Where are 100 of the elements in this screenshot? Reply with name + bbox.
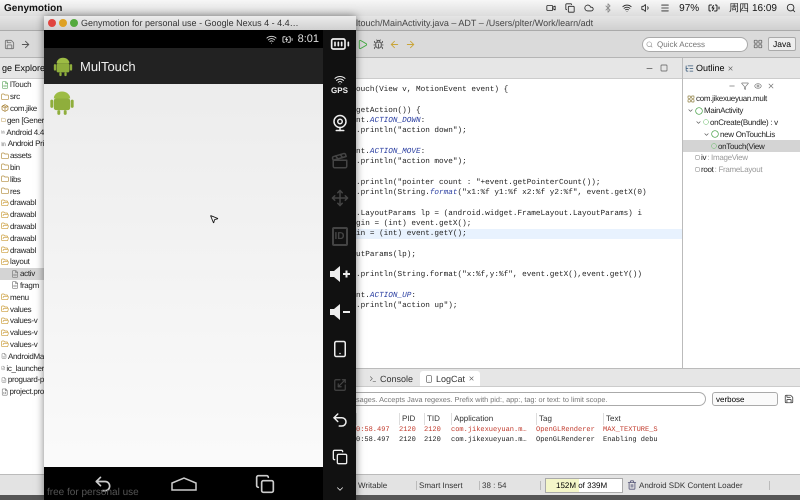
volume-icon [641,3,652,13]
outline-item[interactable]: MainActivity [683,104,800,117]
package-icon [1,104,9,112]
tree-item[interactable]: fragm [0,280,44,292]
tree-item[interactable]: lTouch [0,79,44,91]
battery-percentage: 97% [679,2,700,14]
forward-arrow-icon [405,38,416,50]
window-title: Genymotion for personal use - Google Nexus 4 - 4.4… [81,18,299,28]
file-icon [1,352,7,360]
tree-item[interactable]: values-v [0,326,44,339]
volume-up-icon[interactable] [328,265,350,283]
folder-icon [1,187,9,196]
volume-down-icon[interactable] [328,302,350,320]
folder-icon [1,92,9,101]
phone-clock: 8:01 [298,33,319,45]
tree-item[interactable]: libs [0,173,44,186]
file-icon [11,270,19,278]
close-button[interactable] [48,19,56,27]
panel-tab[interactable]: Console [364,371,418,386]
column-header[interactable]: Application [451,413,533,425]
menu-bar-clock: 周四 16:09 [729,2,777,15]
mouse-pointer-icon [209,214,219,224]
tree-item[interactable]: assets [0,150,44,162]
method-icon [703,119,709,126]
class-icon [695,106,703,115]
folder-icon [1,175,9,184]
back-arrow-icon [389,38,400,50]
folder-icon [1,116,6,124]
wifi-icon [266,34,277,44]
recent-apps-icon [254,474,274,494]
tree-item[interactable]: ic_launcher [0,362,44,374]
tree-item[interactable]: values [0,303,44,315]
tree-item[interactable]: res [0,185,44,197]
menu-icon [660,3,670,13]
bluetooth-icon [603,3,614,13]
signal-icon [334,74,346,86]
outline-item[interactable]: onCreate(Bundle) : v [683,116,800,128]
column-header[interactable]: PID [399,413,421,425]
quick-access-field[interactable]: Quick Access [642,36,748,52]
recent-apps-icon[interactable] [332,448,348,464]
maximize-icon [660,64,668,72]
tree-item[interactable]: bin [0,162,44,174]
memory-text: 152M of 339M [555,480,608,490]
column-header[interactable]: TID [424,413,448,425]
close-icon [726,64,734,72]
tree-item[interactable]: com.jike [0,102,44,114]
debug-icon [373,38,384,50]
tree-item[interactable]: drawabl [0,208,44,221]
gps-button[interactable]: GPS [331,74,348,94]
file-icon [11,281,19,290]
home-icon[interactable] [170,476,198,490]
file-icon [1,388,8,396]
file-icon [1,376,7,384]
outline-item[interactable]: onTouch(View [683,140,800,152]
java-perspective-button[interactable]: Java [768,37,796,51]
status-text: Android SDK Content Loader [637,480,770,490]
outline-item[interactable]: com.jikexueyuan.mult [683,93,800,105]
logcat-icon [425,374,434,382]
close-icon [468,375,476,382]
app-title: MulTouch [80,58,136,74]
tree-item[interactable]: drawabl [0,220,44,232]
back-icon[interactable] [330,411,348,429]
panel-tab[interactable]: LogCat [420,371,480,386]
webcam-icon[interactable] [330,114,348,132]
library-icon [1,128,6,136]
window-title: ltouch/MainActivity.java – ADT – /Users/plter/Work/learn/adt [356,18,594,28]
outline-item[interactable]: root: FrameLayout [683,164,800,176]
outline-icon [685,64,694,72]
project-icon [1,80,9,89]
method-icon [711,143,717,150]
app-menu-name[interactable]: Genymotion [4,2,62,14]
tree-item[interactable]: gen [Gener [0,114,44,126]
tree-item[interactable]: proguard-p [0,374,44,386]
tree-item[interactable]: drawabl [0,244,44,256]
battery-icon [708,2,720,14]
search-icon [786,3,796,13]
tree-item[interactable]: values-v [0,338,44,350]
status-text: 38 : 54 [480,480,541,490]
tree-item[interactable]: layout [0,256,44,268]
tree-item[interactable]: values-v [0,314,44,327]
field-icon [695,167,700,172]
outline-item[interactable]: new OnTouchLis [683,128,800,140]
panel-title: Outline [696,63,725,73]
tree-item[interactable]: drawabl [0,196,44,209]
column-header[interactable]: Text [603,413,800,425]
app-icon [52,55,74,77]
tree-item[interactable]: AndroidMa [0,350,44,362]
outline-item[interactable]: iv: ImageView [683,152,800,164]
tree-item[interactable]: Android Pri [0,138,44,150]
tree-item[interactable]: drawabl [0,232,44,244]
wifi-icon [622,3,632,13]
tree-item[interactable]: activ [0,268,44,280]
open-perspective-icon [753,39,764,49]
tree-item[interactable]: menu [0,291,44,304]
tree-item[interactable]: project.pro [0,386,44,398]
tree-item[interactable]: src [0,90,44,103]
column-header[interactable]: Tag [536,413,600,425]
tree-item[interactable]: Android 4.4 [0,126,44,138]
log-level-dropdown[interactable]: verbose [712,392,778,406]
console-icon [369,374,377,382]
